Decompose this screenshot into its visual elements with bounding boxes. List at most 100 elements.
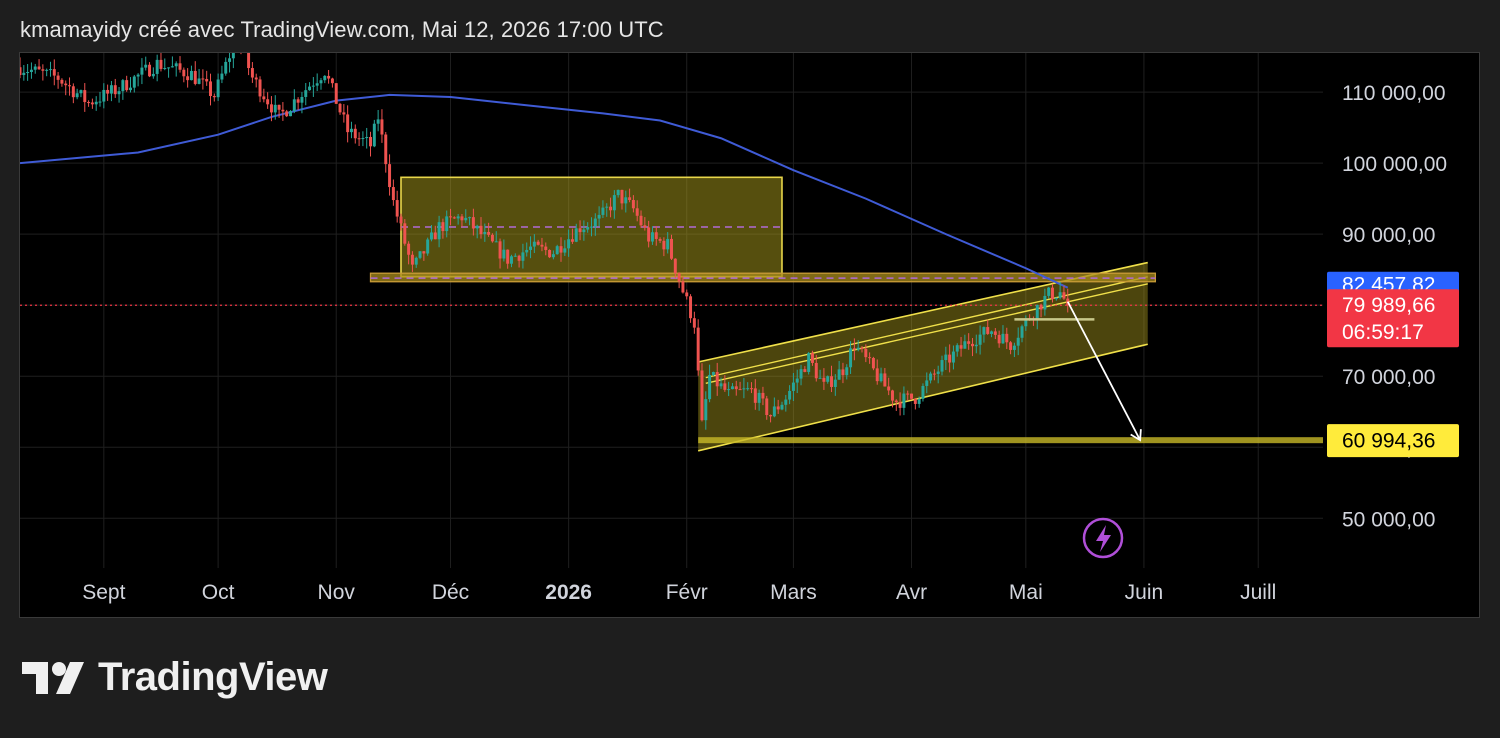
candle-body (784, 399, 788, 405)
candle-body (281, 109, 285, 112)
candle-body (765, 398, 769, 416)
candle-body (719, 383, 723, 387)
candle-body (148, 64, 152, 77)
candle-body (250, 68, 254, 78)
candle-body (262, 96, 266, 100)
target-value-label: 60 994,36 (1342, 430, 1435, 453)
candle-body (529, 246, 533, 250)
candle-body (311, 85, 315, 87)
candle-body (414, 257, 418, 265)
candle-body (715, 372, 719, 387)
candle-body (647, 227, 651, 242)
candle-body (403, 223, 407, 244)
candle-body (723, 383, 727, 390)
candle-body (399, 216, 403, 224)
candle-body (868, 357, 872, 359)
chart-area[interactable]: 110 000,00100 000,0090 000,0080 000,0070… (19, 52, 1480, 618)
candle-body (327, 75, 331, 79)
price-chart[interactable]: 110 000,00100 000,0090 000,0080 000,0070… (20, 53, 1480, 618)
candle-body (822, 377, 826, 382)
x-tick-label: Oct (202, 581, 235, 604)
candle-body (738, 389, 742, 391)
candle-body (639, 215, 643, 226)
candle-body (388, 164, 392, 188)
y-tick-label: 70 000,00 (1342, 366, 1435, 389)
candle-body (700, 370, 704, 421)
candle-body (365, 136, 369, 139)
candle-body (978, 334, 982, 345)
candle-body (521, 252, 525, 261)
candle-body (990, 331, 994, 334)
candle-body (921, 385, 925, 399)
candle-body (140, 67, 144, 75)
candle-body (220, 73, 224, 80)
candle-body (292, 99, 296, 112)
candle-body (445, 216, 449, 232)
candle-body (799, 369, 803, 379)
candle-body (890, 390, 894, 401)
candle-body (570, 239, 574, 242)
candle-body (1020, 326, 1024, 338)
candle-body (201, 78, 205, 80)
candle-body (1012, 345, 1016, 350)
candle-body (818, 377, 822, 379)
candle-body (33, 66, 37, 70)
candle-body (925, 380, 929, 386)
candle-body (582, 229, 586, 233)
candle-body (52, 69, 56, 76)
lightning-bolt (1096, 525, 1111, 552)
y-tick-label: 110 000,00 (1342, 82, 1446, 105)
y-tick-label: 90 000,00 (1342, 224, 1435, 247)
x-tick-label: Mars (770, 581, 817, 604)
candle-body (734, 386, 738, 390)
candle-body (681, 281, 685, 293)
candle-body (1005, 333, 1009, 343)
candle-body (460, 216, 464, 221)
candle-body (174, 63, 178, 67)
candle-body (231, 53, 235, 59)
candle-body (136, 74, 140, 77)
candle-body (41, 69, 45, 71)
candle-body (677, 273, 681, 282)
candle-body (856, 347, 860, 350)
candle-body (616, 189, 620, 196)
candle-body (654, 232, 658, 239)
candle-body (879, 373, 883, 382)
candle-body (304, 90, 308, 97)
candle-body (506, 249, 510, 264)
candle-body (468, 217, 472, 219)
candle-body (90, 102, 94, 105)
candle-body (761, 392, 765, 399)
candle-body (544, 246, 548, 251)
candle-body (289, 111, 292, 117)
candle-body (437, 222, 441, 240)
candle-body (273, 104, 277, 113)
candle-body (692, 318, 696, 328)
candle-body (422, 251, 426, 254)
candle-body (864, 348, 868, 358)
candle-body (670, 238, 673, 259)
candle-body (837, 369, 841, 380)
lightning-icon[interactable] (1082, 517, 1124, 559)
candle-body (323, 75, 327, 81)
candle-body (391, 187, 395, 201)
candle-body (833, 379, 837, 387)
candle-body (483, 231, 487, 235)
candle-body (601, 207, 605, 215)
candle-body (258, 79, 262, 97)
candle-body (772, 406, 776, 417)
candle-body (974, 344, 978, 347)
candle-body (48, 69, 52, 71)
candle-body (548, 250, 552, 258)
candle-body (490, 234, 494, 242)
candle-body (791, 382, 795, 391)
tradingview-logo[interactable]: TradingView (22, 655, 328, 700)
candle-body (338, 103, 342, 113)
candle-body (155, 59, 159, 74)
candle-body (936, 371, 940, 374)
candle-body (193, 70, 197, 84)
candle-body (597, 214, 601, 219)
x-tick-label: Nov (318, 581, 356, 604)
candle-body (330, 78, 334, 84)
candle-body (407, 243, 411, 255)
